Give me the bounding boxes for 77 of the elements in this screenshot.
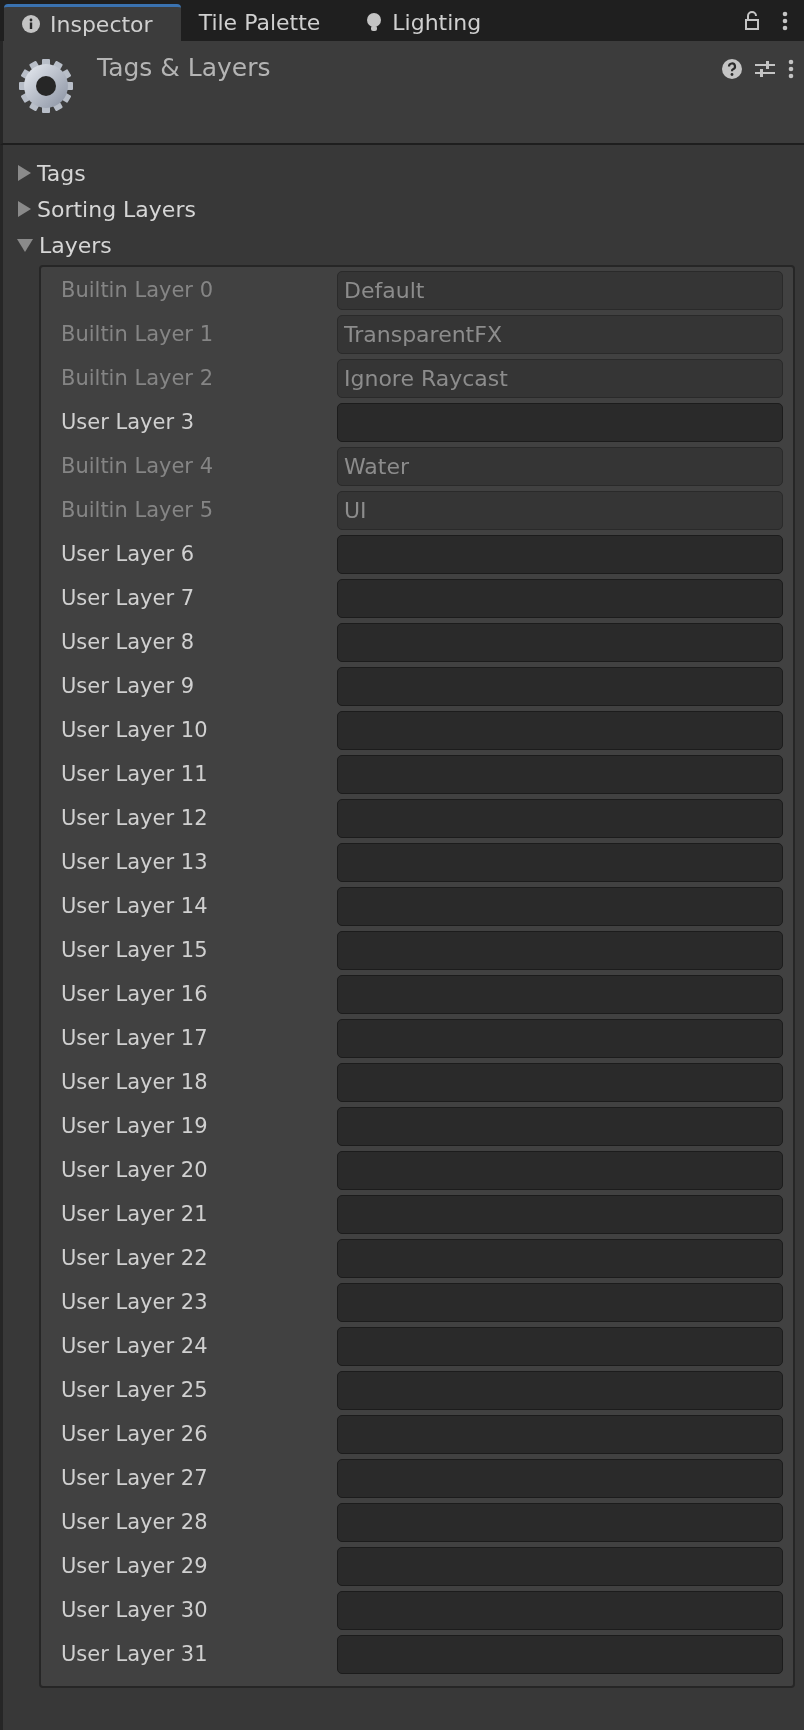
help-icon[interactable] bbox=[722, 59, 742, 79]
expanded-arrow-icon bbox=[17, 238, 33, 252]
layer-label: User Layer 19 bbox=[61, 1114, 209, 1138]
collapsed-arrow-icon bbox=[17, 201, 31, 217]
layer-label: Builtin Layer 0 bbox=[61, 278, 215, 302]
collapsed-arrow-icon bbox=[17, 165, 31, 181]
layer-label: User Layer 7 bbox=[61, 586, 196, 610]
layer-name-field[interactable] bbox=[337, 1590, 783, 1630]
info-icon bbox=[22, 15, 40, 33]
layer-label: User Layer 26 bbox=[61, 1422, 209, 1446]
layer-name-field[interactable] bbox=[337, 842, 783, 882]
layer-label: User Layer 31 bbox=[61, 1642, 209, 1666]
layer-name-field[interactable] bbox=[337, 1546, 783, 1586]
layer-label: User Layer 22 bbox=[61, 1246, 209, 1270]
layer-name-field[interactable] bbox=[337, 1150, 783, 1190]
layer-name-field[interactable] bbox=[337, 622, 783, 662]
layer-name-field[interactable] bbox=[337, 710, 783, 750]
layer-label: Builtin Layer 4 bbox=[61, 454, 215, 478]
layer-name-field[interactable] bbox=[337, 402, 783, 442]
layer-label: User Layer 17 bbox=[61, 1026, 209, 1050]
layer-name-field[interactable] bbox=[337, 534, 783, 574]
layer-label: User Layer 21 bbox=[61, 1202, 209, 1226]
layer-label: User Layer 12 bbox=[61, 806, 209, 830]
layer-name-field[interactable] bbox=[337, 1282, 783, 1322]
layer-name-field[interactable] bbox=[337, 930, 783, 970]
layer-label: User Layer 8 bbox=[61, 630, 196, 654]
layer-label: Builtin Layer 2 bbox=[61, 366, 215, 390]
foldout-header[interactable]: Sorting Layers bbox=[17, 191, 196, 227]
layer-label: User Layer 16 bbox=[61, 982, 209, 1006]
layer-label: User Layer 27 bbox=[61, 1466, 209, 1490]
foldout-header[interactable]: Tags bbox=[17, 155, 86, 191]
foldout-header[interactable]: Layers bbox=[17, 227, 112, 263]
more-icon[interactable] bbox=[788, 59, 794, 79]
layer-name-field[interactable] bbox=[337, 666, 783, 706]
more-icon[interactable] bbox=[782, 10, 788, 31]
layer-label: User Layer 29 bbox=[61, 1554, 209, 1578]
layer-label: User Layer 25 bbox=[61, 1378, 209, 1402]
layer-label: User Layer 14 bbox=[61, 894, 209, 918]
layer-label: User Layer 13 bbox=[61, 850, 209, 874]
layer-name-field[interactable] bbox=[337, 798, 783, 838]
layer-label: Builtin Layer 1 bbox=[61, 322, 215, 346]
layer-label: Builtin Layer 5 bbox=[61, 498, 215, 522]
layer-label: User Layer 10 bbox=[61, 718, 209, 742]
tab[interactable]: Inspector bbox=[4, 4, 181, 41]
layer-label: User Layer 20 bbox=[61, 1158, 209, 1182]
tab[interactable]: Lighting bbox=[348, 4, 510, 41]
presets-icon[interactable] bbox=[754, 59, 776, 79]
layer-label: User Layer 24 bbox=[61, 1334, 209, 1358]
layer-label: User Layer 28 bbox=[61, 1510, 209, 1534]
layer-name-field[interactable] bbox=[337, 1370, 783, 1410]
layer-name-field[interactable] bbox=[337, 754, 783, 794]
layer-name-field[interactable] bbox=[337, 1502, 783, 1542]
layer-name-field[interactable] bbox=[337, 886, 783, 926]
inspector-title: Tags & Layers bbox=[97, 53, 272, 82]
layer-label: User Layer 3 bbox=[61, 410, 196, 434]
layer-name-field[interactable] bbox=[337, 1194, 783, 1234]
layer-label: User Layer 15 bbox=[61, 938, 209, 962]
layer-name-field[interactable] bbox=[337, 1106, 783, 1146]
layer-label: User Layer 30 bbox=[61, 1598, 209, 1622]
layer-name-field[interactable] bbox=[337, 1018, 783, 1058]
layer-name-field[interactable] bbox=[337, 1062, 783, 1102]
layer-label: User Layer 18 bbox=[61, 1070, 209, 1094]
lock-icon[interactable] bbox=[744, 10, 760, 31]
layer-name-field[interactable] bbox=[337, 974, 783, 1014]
layer-name-field[interactable] bbox=[337, 1238, 783, 1278]
tab[interactable]: Tile Palette bbox=[180, 4, 349, 41]
lightbulb-icon bbox=[366, 12, 383, 33]
layer-name-field[interactable] bbox=[337, 1414, 783, 1454]
layer-name-field[interactable] bbox=[337, 1458, 783, 1498]
layer-label: User Layer 9 bbox=[61, 674, 196, 698]
gear-icon bbox=[17, 57, 75, 115]
layer-label: User Layer 6 bbox=[61, 542, 196, 566]
layer-label: User Layer 11 bbox=[61, 762, 209, 786]
layer-name-field[interactable] bbox=[337, 1634, 783, 1674]
layer-name-field[interactable] bbox=[337, 578, 783, 618]
layer-label: User Layer 23 bbox=[61, 1290, 209, 1314]
layer-name-field[interactable] bbox=[337, 1326, 783, 1366]
